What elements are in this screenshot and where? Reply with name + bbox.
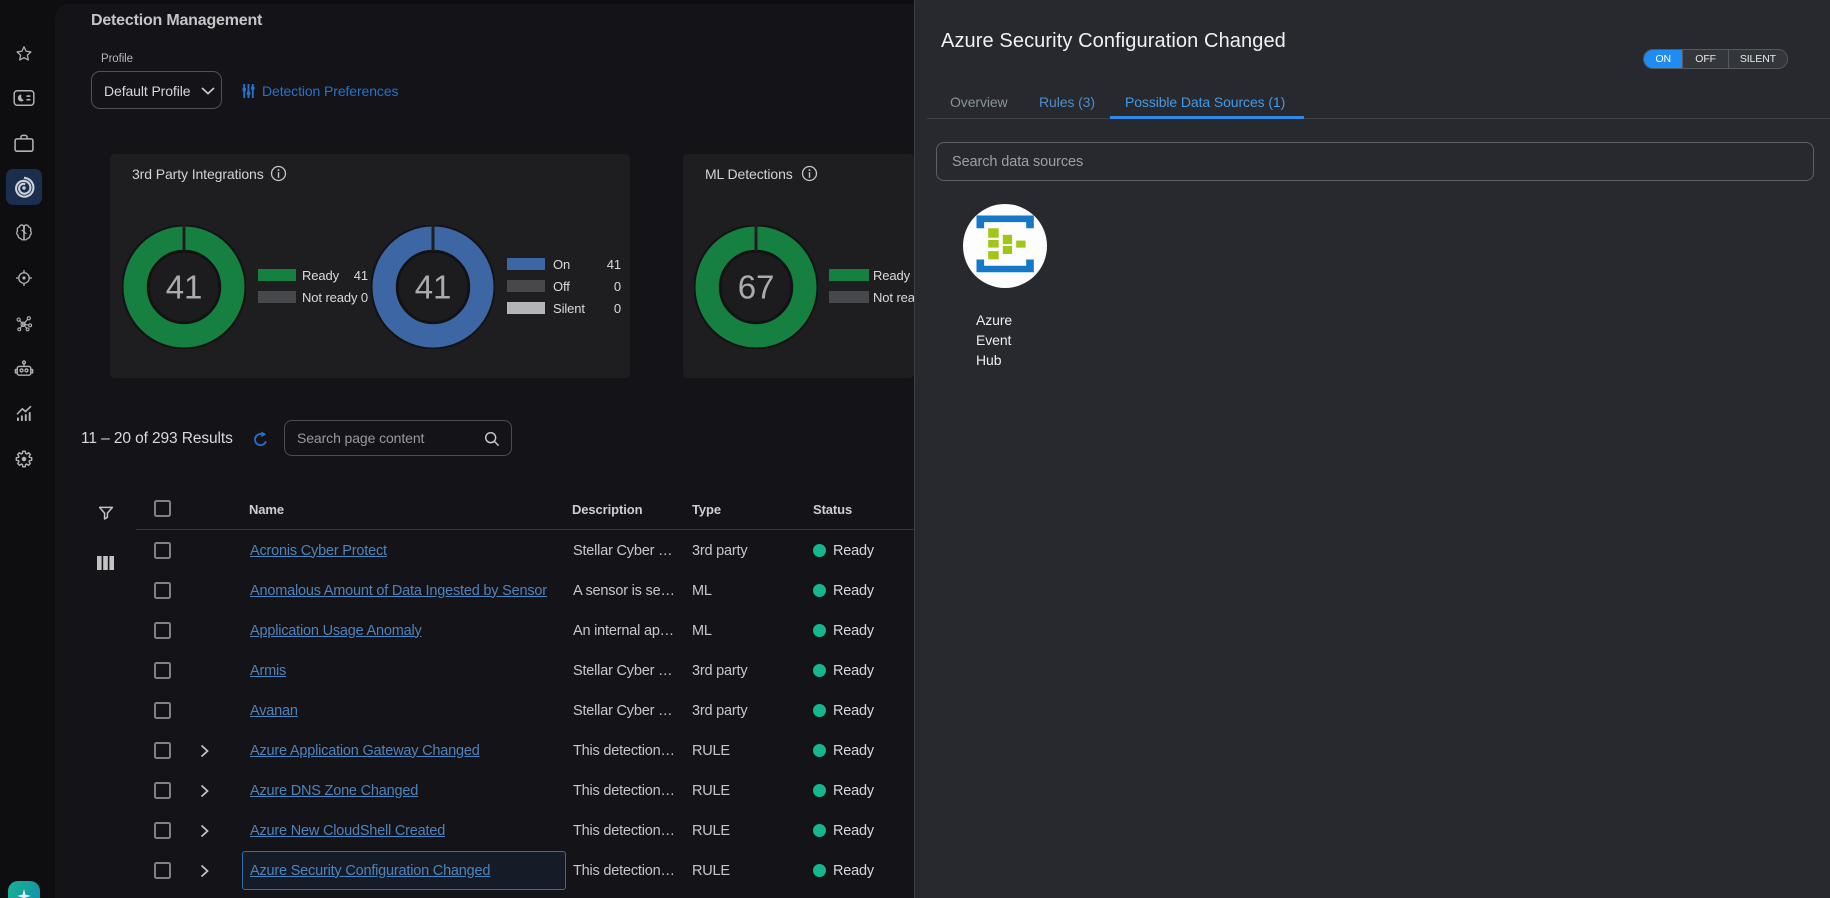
svg-text:41: 41 xyxy=(166,269,203,306)
svg-text:67: 67 xyxy=(738,269,775,306)
svg-text:41: 41 xyxy=(415,269,452,306)
